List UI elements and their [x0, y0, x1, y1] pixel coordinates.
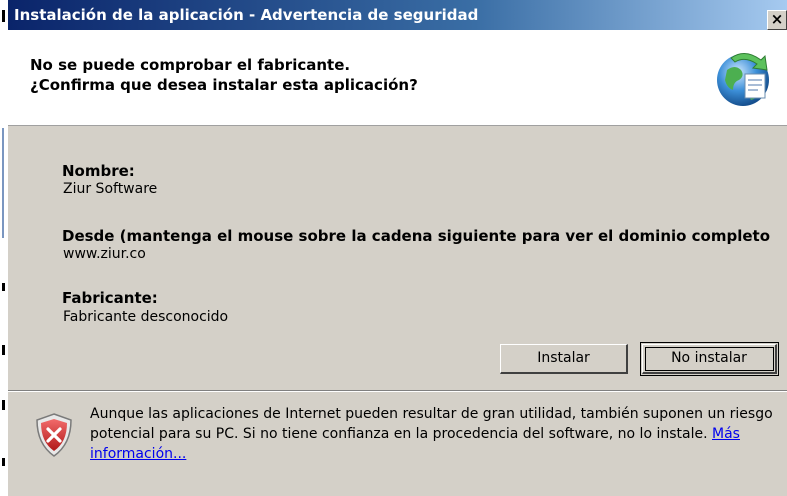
header-title: No se puede comprobar el fabricante.: [30, 56, 351, 74]
publisher-value: Fabricante desconocido: [63, 309, 229, 325]
background-fragment: [2, 345, 5, 355]
divider: [8, 390, 787, 392]
background-window-edge: [0, 0, 8, 496]
application-install-icon: [717, 53, 769, 106]
background-fragment: [2, 400, 5, 410]
publisher-label: Fabricante:: [62, 289, 158, 307]
name-label: Nombre:: [62, 162, 135, 180]
security-warning-message: Aunque las aplicaciones de Internet pued…: [90, 404, 785, 464]
dont-install-button[interactable]: No instalar: [642, 344, 777, 374]
background-fragment: [2, 458, 5, 466]
security-shield-error-icon: [36, 413, 72, 457]
background-fragment: [2, 10, 5, 22]
from-label: Desde (mantenga el mouse sobre la cadena…: [62, 227, 771, 245]
close-button[interactable]: ×: [767, 10, 787, 30]
dialog-header: No se puede comprobar el fabricante. ¿Co…: [8, 30, 787, 126]
warning-text: Aunque las aplicaciones de Internet pued…: [90, 406, 773, 442]
install-button[interactable]: Instalar: [500, 344, 628, 374]
close-icon: ×: [770, 10, 784, 28]
header-question: ¿Confirma que desea instalar esta aplica…: [30, 76, 418, 94]
title-bar[interactable]: Instalación de la aplicación - Advertenc…: [8, 0, 787, 30]
window-title: Instalación de la aplicación - Advertenc…: [14, 6, 479, 24]
background-fragment: [2, 283, 5, 291]
background-fragment: [2, 128, 4, 238]
from-value[interactable]: www.ziur.co: [63, 246, 146, 262]
name-value: Ziur Software: [63, 181, 158, 197]
security-warning-dialog: Instalación de la aplicación - Advertenc…: [8, 0, 787, 496]
